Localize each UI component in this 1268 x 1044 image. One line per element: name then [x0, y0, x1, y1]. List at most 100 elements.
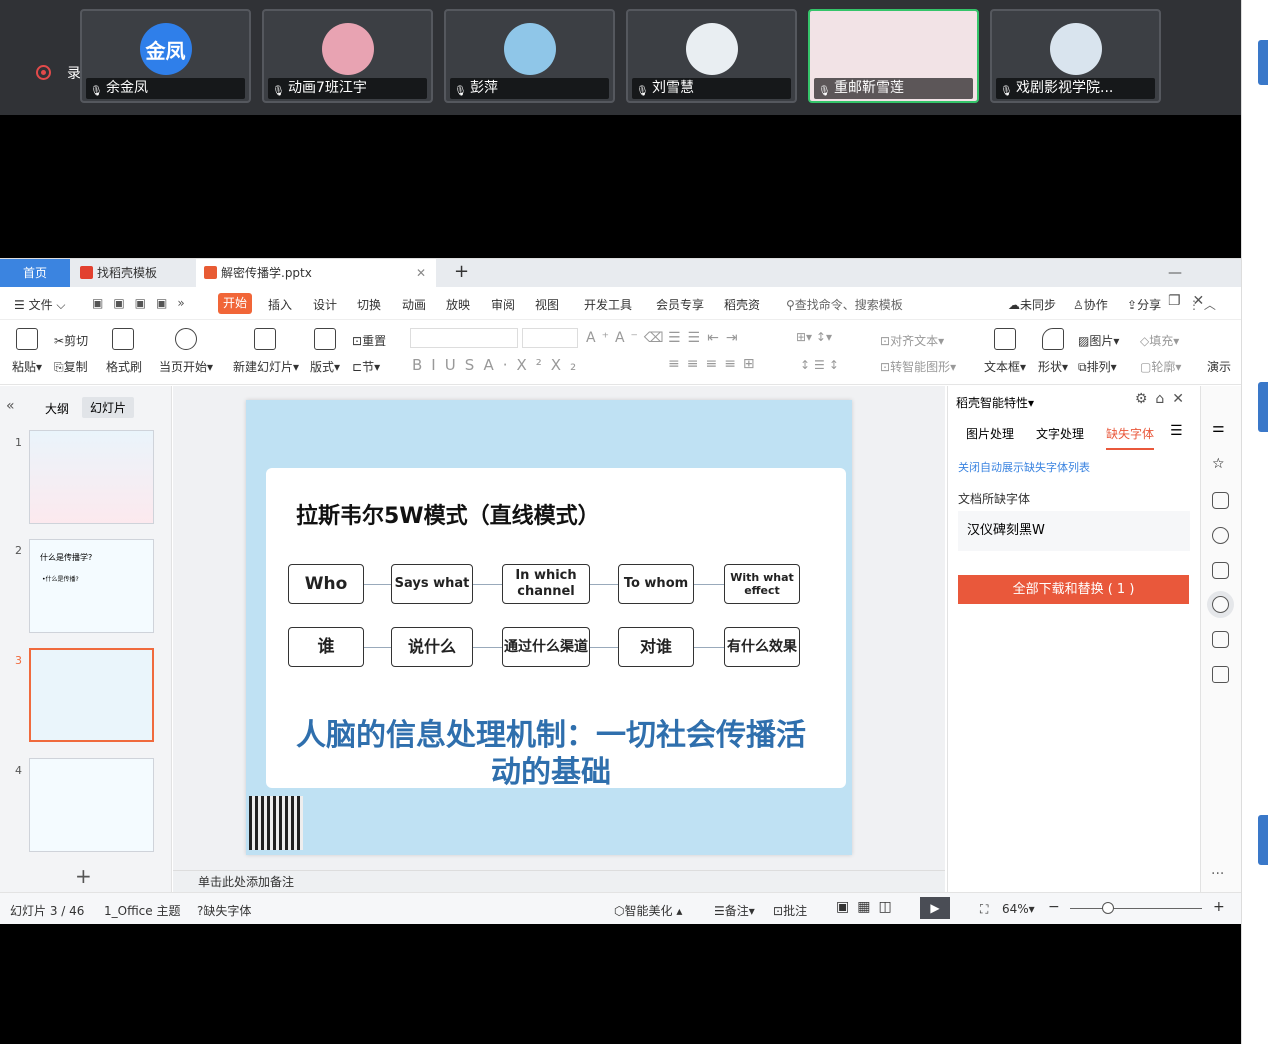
close-auto-show-link[interactable]: 关闭自动展示缺失字体列表 — [958, 459, 1090, 475]
pane-menu-icon[interactable]: ☰ — [1170, 423, 1183, 439]
notes-button[interactable]: ☰备注▾ — [714, 902, 755, 919]
picture-button[interactable]: ▨图片▾ — [1078, 332, 1119, 349]
zoom-out-icon[interactable]: − — [1048, 899, 1060, 915]
pane-tab[interactable]: 图片处理 — [966, 425, 1014, 448]
pane-controls[interactable]: ⚙⌂✕ — [1135, 391, 1192, 407]
menu-item[interactable]: 稻壳资 — [724, 296, 760, 313]
book-icon[interactable] — [1212, 631, 1229, 648]
zoom-in-icon[interactable]: + — [1213, 899, 1225, 915]
list-icons[interactable]: ☰☰⇤⇥ — [668, 330, 745, 346]
textbox-icon[interactable] — [994, 328, 1016, 350]
missing-font-item[interactable]: 汉仪碑刻黑W — [958, 511, 1190, 551]
align-text-button[interactable]: ⊡对齐文本▾ — [880, 332, 944, 349]
paste-icon[interactable] — [16, 328, 38, 350]
participant-tile[interactable]: 🎙 重邮靳雪莲 — [808, 9, 979, 103]
smart-feature-icon[interactable] — [1212, 596, 1229, 613]
text-direction-icons[interactable]: ⊞▾ ↕▾ — [796, 330, 832, 344]
image-tool-icon[interactable] — [1212, 562, 1229, 579]
font-style-icons[interactable]: BIUSA·X²X₂ — [412, 356, 585, 374]
font-size-adjust-icons[interactable]: A⁺A⁻⌫ — [586, 330, 670, 346]
file-menu[interactable]: ☰ 文件 ⌵ — [14, 296, 66, 313]
slides-tab[interactable]: 幻灯片 — [82, 397, 135, 418]
zoom-slider-knob[interactable] — [1102, 902, 1114, 914]
tab-template[interactable]: 找稻壳模板 — [72, 259, 192, 287]
tab-home[interactable]: 首页 — [0, 259, 70, 287]
layout-icon[interactable] — [314, 328, 336, 350]
participant-tile[interactable]: 金凤 🎙 余金凤 — [80, 9, 251, 103]
layout-button[interactable]: 版式▾ — [310, 358, 340, 375]
side-tab-2[interactable] — [1258, 382, 1268, 432]
view-mode-icons[interactable]: ▣▦◫ — [836, 899, 900, 915]
copy-window-icon[interactable] — [1212, 492, 1229, 509]
spacing-icons[interactable]: ↕☰↕ — [800, 358, 843, 372]
paragraph-align-icons[interactable]: ≡≡≡≡⊞ — [668, 356, 762, 372]
collapse-icon[interactable]: « — [6, 398, 15, 414]
fit-icon[interactable]: ⛶ — [980, 902, 988, 917]
font-name-select[interactable] — [410, 328, 518, 348]
arrange-button[interactable]: ⧉排列▾ — [1078, 358, 1117, 375]
tab-document[interactable]: 解密传播学.pptx ✕ — [196, 259, 436, 287]
participant-tile[interactable]: 🎙 刘雪慧 — [626, 9, 797, 103]
side-tab-1[interactable] — [1258, 40, 1268, 85]
zoom-select[interactable]: 64%▾ — [1002, 902, 1035, 916]
menu-item[interactable]: 会员专享 — [656, 296, 704, 313]
slide-thumbnail-1[interactable] — [29, 430, 154, 524]
play-icon[interactable] — [175, 328, 197, 350]
beautify-button[interactable]: ⬡智能美化 ▴ — [614, 902, 682, 919]
box-icon[interactable] — [1212, 666, 1229, 683]
new-slide-button[interactable]: 新建幻灯片▾ — [233, 358, 299, 375]
cut-button[interactable]: ✂剪切 — [54, 332, 88, 349]
menu-item[interactable]: 设计 — [313, 296, 337, 313]
paste-button[interactable]: 粘贴▾ — [12, 358, 42, 375]
settings-sliders-icon[interactable]: ⚌ — [1212, 420, 1229, 437]
notes-bar[interactable]: 单击此处添加备注 — [173, 870, 945, 892]
menu-item[interactable]: 视图 — [535, 296, 559, 313]
collab-button[interactable]: ♙协作 — [1073, 296, 1108, 313]
search-command[interactable]: ⚲查找命令、搜索模板 — [786, 296, 903, 313]
outline-button[interactable]: ▢轮廓▾ — [1140, 358, 1181, 375]
side-tab-3[interactable] — [1258, 815, 1268, 865]
new-tab-icon[interactable]: + — [446, 259, 469, 287]
participant-tile[interactable]: 🎙 彭萍 — [444, 9, 615, 103]
section-button[interactable]: ⊏节▾ — [352, 358, 380, 375]
menu-item[interactable]: 开发工具 — [584, 296, 632, 313]
reset-button[interactable]: ⊡重置 — [352, 332, 386, 349]
copy-button[interactable]: ⎘复制 — [54, 358, 88, 375]
format-painter-button[interactable]: 格式刷 — [106, 358, 142, 375]
close-tab-icon[interactable]: ✕ — [416, 259, 426, 287]
more-tools-icon[interactable]: ··· — [1211, 866, 1224, 882]
download-replace-button[interactable]: 全部下载和替换 ( 1 ) — [958, 575, 1189, 604]
menu-item[interactable]: 放映 — [446, 296, 470, 313]
pin-icon[interactable]: ☆ — [1212, 456, 1229, 473]
play-slideshow-button[interactable]: ▶ — [920, 897, 950, 919]
present-button[interactable]: 演示 — [1207, 358, 1231, 375]
window-controls[interactable]: —❐✕ — [1160, 259, 1241, 309]
outline-tab[interactable]: 大纲 — [45, 400, 69, 417]
fill-button[interactable]: ◇填充▾ — [1140, 332, 1179, 349]
slide-thumbnail-4[interactable] — [29, 758, 154, 852]
quick-access-icons[interactable]: ▣▣▣▣» — [92, 296, 195, 310]
unsync-button[interactable]: ☁未同步 — [1008, 296, 1056, 313]
smart-shape-button[interactable]: ⊡转智能图形▾ — [880, 358, 956, 375]
font-size-select[interactable] — [522, 328, 578, 348]
slide-thumbnail-3[interactable] — [29, 648, 154, 742]
format-painter-icon[interactable] — [112, 328, 134, 350]
participant-tile[interactable]: 🎙 动画7班江宇 — [262, 9, 433, 103]
share-button[interactable]: ⇪分享 — [1127, 296, 1161, 313]
shape-button[interactable]: 形状▾ — [1038, 358, 1068, 375]
comment-button[interactable]: ⊡批注 — [773, 902, 807, 919]
menu-start[interactable]: 开始 — [218, 293, 252, 314]
menu-item[interactable]: 切换 — [357, 296, 381, 313]
missing-font-status[interactable]: ?缺失字体 — [197, 902, 251, 919]
slide-thumbnail-2[interactable]: 什么是传播学? •什么是传播? — [29, 539, 154, 633]
from-current-button[interactable]: 当页开始▾ — [159, 358, 213, 375]
pane-title[interactable]: 稻壳智能特性▾ — [956, 394, 1034, 411]
participant-tile[interactable]: 🎙 戏剧影视学院... — [990, 9, 1161, 103]
zoom-slider[interactable] — [1070, 908, 1202, 909]
new-slide-icon[interactable] — [254, 328, 276, 350]
menu-item[interactable]: 插入 — [268, 296, 292, 313]
more-icon[interactable]: ⋮ ︿ — [1188, 296, 1216, 313]
textbox-button[interactable]: 文本框▾ — [984, 358, 1026, 375]
pane-tab[interactable]: 缺失字体 — [1106, 425, 1155, 450]
add-slide-icon[interactable]: + — [75, 864, 92, 888]
